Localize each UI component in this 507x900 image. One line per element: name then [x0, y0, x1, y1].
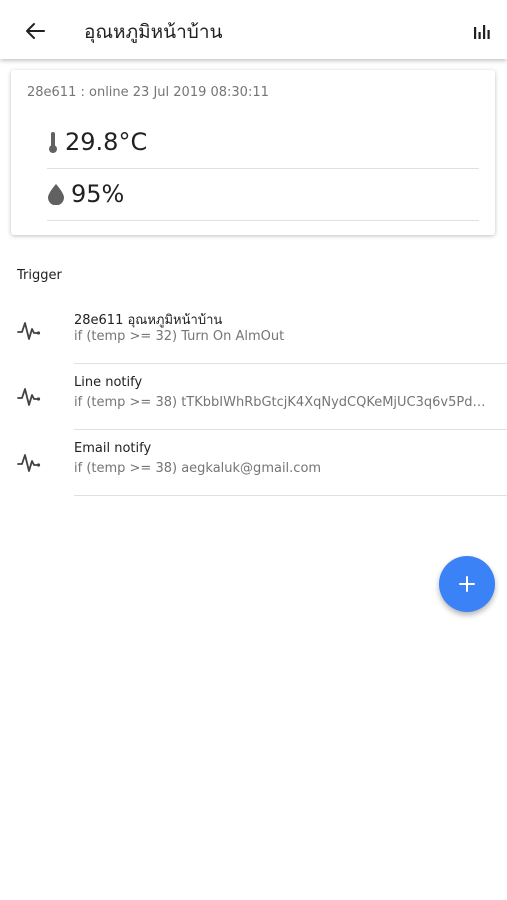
pulse-icon — [17, 454, 41, 472]
thermometer-icon — [49, 132, 57, 153]
temperature-value: 29.8°C — [65, 128, 148, 156]
add-trigger-button[interactable] — [439, 556, 495, 612]
page-title: อุณหภูมิหน้าบ้าน — [84, 21, 223, 43]
app-bar: อุณหภูมิหน้าบ้าน — [0, 0, 507, 59]
humidity-value: 95% — [71, 180, 125, 208]
trigger-title: 28e611 อุณหภูมิหน้าบ้าน — [74, 313, 223, 328]
trigger-item-alm-out[interactable]: 28e611 อุณหภูมิหน้าบ้าน if (temp >= 32) … — [0, 298, 507, 364]
pulse-icon — [17, 388, 41, 406]
temperature-row: 29.8°C — [47, 128, 147, 156]
back-button[interactable] — [22, 18, 48, 44]
trigger-condition: if (temp >= 38) aegkaluk@gmail.com — [74, 461, 322, 476]
trigger-title: Email notify — [74, 441, 152, 456]
water-drop-icon — [48, 184, 64, 205]
divider — [47, 220, 479, 221]
bar-chart-icon — [474, 25, 490, 39]
trigger-item-email-notify[interactable]: Email notify if (temp >= 38) aegkaluk@gm… — [0, 430, 507, 496]
sensor-card: 28e611 : online 23 Jul 2019 08:30:11 29.… — [11, 70, 495, 235]
pulse-icon — [17, 322, 41, 340]
humidity-row: 95% — [47, 180, 124, 208]
trigger-item-line-notify[interactable]: Line notify if (temp >= 38) tTKbbIWhRbGt… — [0, 364, 507, 430]
chart-button[interactable] — [470, 20, 494, 42]
divider — [74, 495, 507, 496]
trigger-title: Line notify — [74, 375, 143, 390]
divider — [47, 168, 479, 169]
trigger-condition: if (temp >= 38) tTKbbIWhRbGtcjK4XqNydCQK… — [74, 395, 490, 410]
plus-icon — [459, 576, 475, 592]
device-status: 28e611 : online 23 Jul 2019 08:30:11 — [27, 85, 269, 100]
arrow-left-icon — [26, 23, 45, 39]
trigger-condition: if (temp >= 32) Turn On AlmOut — [74, 329, 285, 344]
trigger-section-label: Trigger — [17, 268, 62, 283]
